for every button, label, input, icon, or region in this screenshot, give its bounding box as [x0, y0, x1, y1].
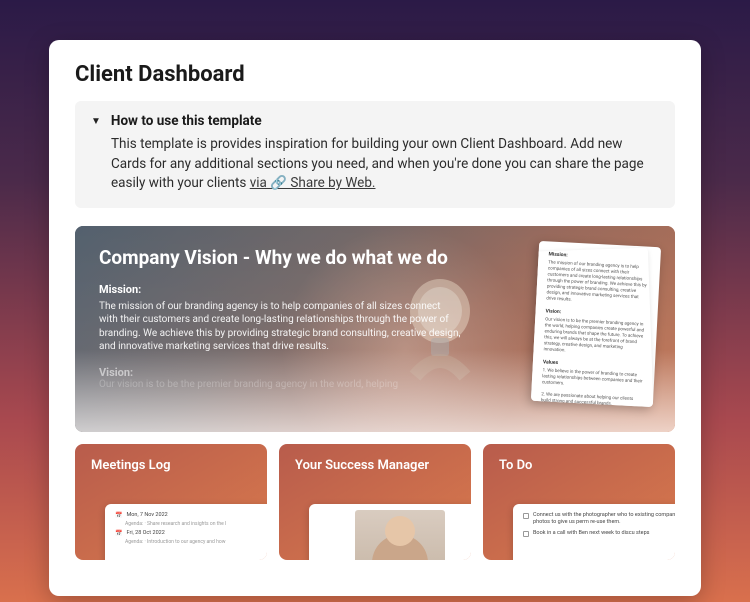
meeting-agenda: Agenda: · Introduction to our agency and… [125, 539, 267, 545]
doc-p2: Our vision is to be the premier branding… [543, 317, 647, 359]
howto-body: This template is provides inspiration fo… [91, 135, 659, 194]
list-item: Book in a call with Ben next week to dis… [523, 530, 675, 537]
share-by-web-link[interactable]: via 🔗 Share by Web. [250, 175, 376, 191]
vision-label: Vision: [99, 366, 461, 379]
doc-p1: The mission of our branding agency is to… [546, 260, 650, 308]
mission-text: The mission of our branding agency is to… [99, 300, 461, 354]
vision-title: Company Vision - Why we do what we do [99, 246, 461, 269]
vision-text-block: Company Vision - Why we do what we do Mi… [75, 226, 485, 390]
vision-text: Our vision is to be the premier branding… [99, 379, 461, 390]
todo-card[interactable]: To Do Connect us with the photographer w… [483, 444, 675, 560]
meeting-date: Fri, 28 Oct 2022 [126, 530, 164, 537]
doc-v1: 1. We believe in the power of branding t… [542, 368, 645, 392]
meetings-title: Meetings Log [91, 458, 251, 473]
calendar-icon: 📅 [115, 512, 122, 519]
manager-title: Your Success Manager [295, 458, 455, 473]
mission-label: Mission: [99, 283, 461, 296]
todo-preview: Connect us with the photographer who to … [513, 504, 675, 560]
list-item: 📅 Fri, 28 Oct 2022 [115, 530, 267, 537]
cards-row: Meetings Log 📅 Mon, 7 Nov 2022 Agenda: ·… [75, 444, 675, 560]
checkbox-icon[interactable] [523, 531, 529, 537]
vision-card[interactable]: Company Vision - Why we do what we do Mi… [75, 226, 675, 432]
page-title: Client Dashboard [75, 62, 675, 87]
avatar [355, 510, 445, 560]
list-item: Connect us with the photographer who to … [523, 512, 675, 526]
howto-title: How to use this template [111, 113, 262, 129]
todo-title: To Do [499, 458, 659, 473]
checkbox-icon[interactable] [523, 513, 529, 519]
dashboard-sheet: Client Dashboard ▼ How to use this templ… [49, 40, 701, 596]
vision-doc-preview: Mission: The mission of our branding age… [531, 241, 661, 407]
howto-toggle[interactable]: ▼ How to use this template [91, 113, 659, 129]
meetings-log-card[interactable]: Meetings Log 📅 Mon, 7 Nov 2022 Agenda: ·… [75, 444, 267, 560]
meeting-date: Mon, 7 Nov 2022 [126, 512, 167, 519]
calendar-icon: 📅 [115, 530, 122, 537]
todo-text: Book in a call with Ben next week to dis… [533, 530, 650, 537]
chevron-down-icon: ▼ [91, 116, 101, 127]
todo-text: Connect us with the photographer who to … [533, 512, 675, 526]
list-item: 📅 Mon, 7 Nov 2022 [115, 512, 267, 519]
howto-panel: ▼ How to use this template This template… [75, 101, 675, 208]
success-manager-card[interactable]: Your Success Manager [279, 444, 471, 560]
meetings-preview: 📅 Mon, 7 Nov 2022 Agenda: · Share resear… [105, 504, 267, 560]
manager-preview [309, 504, 471, 560]
howto-text: This template is provides inspiration fo… [111, 136, 644, 191]
meeting-agenda: Agenda: · Share research and insights on… [125, 521, 267, 527]
